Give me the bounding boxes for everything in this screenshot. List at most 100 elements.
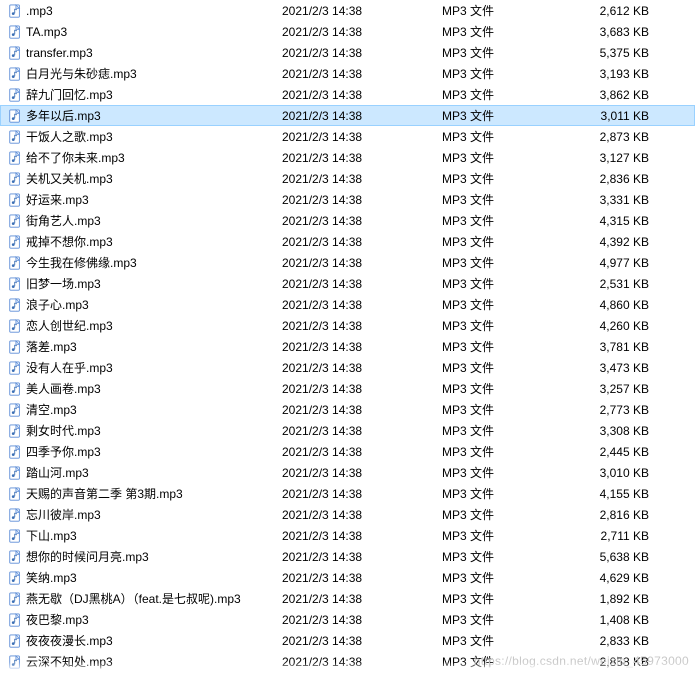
mp3-file-icon <box>6 319 24 333</box>
file-type: MP3 文件 <box>442 191 567 208</box>
mp3-file-icon <box>6 193 24 207</box>
file-row[interactable]: 美人画卷.mp32021/2/3 14:38MP3 文件3,257 KB <box>0 378 695 399</box>
file-date: 2021/2/3 14:38 <box>282 46 442 60</box>
file-row[interactable]: 给不了你未来.mp32021/2/3 14:38MP3 文件3,127 KB <box>0 147 695 168</box>
file-list[interactable]: .mp32021/2/3 14:38MP3 文件2,612 KBTA.mp320… <box>0 0 695 672</box>
file-row[interactable]: .mp32021/2/3 14:38MP3 文件2,612 KB <box>0 0 695 21</box>
file-row[interactable]: 街角艺人.mp32021/2/3 14:38MP3 文件4,315 KB <box>0 210 695 231</box>
file-row[interactable]: 浪子心.mp32021/2/3 14:38MP3 文件4,860 KB <box>0 294 695 315</box>
file-row[interactable]: 忘川彼岸.mp32021/2/3 14:38MP3 文件2,816 KB <box>0 504 695 525</box>
file-row[interactable]: 白月光与朱砂痣.mp32021/2/3 14:38MP3 文件3,193 KB <box>0 63 695 84</box>
file-row[interactable]: 关机又关机.mp32021/2/3 14:38MP3 文件2,836 KB <box>0 168 695 189</box>
mp3-file-icon <box>6 67 24 81</box>
file-type: MP3 文件 <box>442 527 567 544</box>
file-row[interactable]: 踏山河.mp32021/2/3 14:38MP3 文件3,010 KB <box>0 462 695 483</box>
file-size: 2,531 KB <box>567 277 657 291</box>
file-name: 踏山河.mp3 <box>24 464 282 481</box>
file-type: MP3 文件 <box>442 254 567 271</box>
file-date: 2021/2/3 14:38 <box>282 298 442 312</box>
file-size: 3,257 KB <box>567 382 657 396</box>
file-row[interactable]: 夜夜夜漫长.mp32021/2/3 14:38MP3 文件2,833 KB <box>0 630 695 651</box>
mp3-file-icon <box>6 214 24 228</box>
file-name: 恋人创世纪.mp3 <box>24 317 282 334</box>
file-row[interactable]: 戒掉不想你.mp32021/2/3 14:38MP3 文件4,392 KB <box>0 231 695 252</box>
file-row[interactable]: 下山.mp32021/2/3 14:38MP3 文件2,711 KB <box>0 525 695 546</box>
file-type: MP3 文件 <box>442 422 567 439</box>
file-date: 2021/2/3 14:38 <box>282 361 442 375</box>
file-row[interactable]: 落差.mp32021/2/3 14:38MP3 文件3,781 KB <box>0 336 695 357</box>
file-name: 戒掉不想你.mp3 <box>24 233 282 250</box>
file-type: MP3 文件 <box>442 632 567 649</box>
mp3-file-icon <box>6 235 24 249</box>
file-name: 好运来.mp3 <box>24 191 282 208</box>
file-date: 2021/2/3 14:38 <box>282 529 442 543</box>
file-date: 2021/2/3 14:38 <box>282 466 442 480</box>
file-date: 2021/2/3 14:38 <box>282 235 442 249</box>
file-name: 笑纳.mp3 <box>24 569 282 586</box>
mp3-file-icon <box>6 256 24 270</box>
file-size: 3,127 KB <box>567 151 657 165</box>
file-row[interactable]: 天赐的声音第二季 第3期.mp32021/2/3 14:38MP3 文件4,15… <box>0 483 695 504</box>
file-row[interactable]: TA.mp32021/2/3 14:38MP3 文件3,683 KB <box>0 21 695 42</box>
file-row[interactable]: 没有人在乎.mp32021/2/3 14:38MP3 文件3,473 KB <box>0 357 695 378</box>
file-type: MP3 文件 <box>442 23 567 40</box>
mp3-file-icon <box>6 109 24 123</box>
file-date: 2021/2/3 14:38 <box>282 508 442 522</box>
file-size: 3,010 KB <box>567 466 657 480</box>
file-type: MP3 文件 <box>442 548 567 565</box>
file-row[interactable]: 今生我在修佛缘.mp32021/2/3 14:38MP3 文件4,977 KB <box>0 252 695 273</box>
file-row[interactable]: 笑纳.mp32021/2/3 14:38MP3 文件4,629 KB <box>0 567 695 588</box>
file-name: 白月光与朱砂痣.mp3 <box>24 65 282 82</box>
file-name: 辞九门回忆.mp3 <box>24 86 282 103</box>
file-type: MP3 文件 <box>442 359 567 376</box>
file-date: 2021/2/3 14:38 <box>282 571 442 585</box>
file-name: 多年以后.mp3 <box>24 107 282 124</box>
file-type: MP3 文件 <box>442 443 567 460</box>
file-size: 2,711 KB <box>567 529 657 543</box>
bottom-fade <box>0 662 695 672</box>
file-row[interactable]: 辞九门回忆.mp32021/2/3 14:38MP3 文件3,862 KB <box>0 84 695 105</box>
file-name: 旧梦一场.mp3 <box>24 275 282 292</box>
file-date: 2021/2/3 14:38 <box>282 634 442 648</box>
file-type: MP3 文件 <box>442 149 567 166</box>
file-row[interactable]: 干饭人之歌.mp32021/2/3 14:38MP3 文件2,873 KB <box>0 126 695 147</box>
file-size: 3,193 KB <box>567 67 657 81</box>
file-row[interactable]: 多年以后.mp32021/2/3 14:38MP3 文件3,011 KB <box>0 105 695 126</box>
file-date: 2021/2/3 14:38 <box>282 487 442 501</box>
file-type: MP3 文件 <box>442 506 567 523</box>
file-row[interactable]: 旧梦一场.mp32021/2/3 14:38MP3 文件2,531 KB <box>0 273 695 294</box>
file-row[interactable]: 四季予你.mp32021/2/3 14:38MP3 文件2,445 KB <box>0 441 695 462</box>
file-name: 下山.mp3 <box>24 527 282 544</box>
file-size: 4,260 KB <box>567 319 657 333</box>
file-name: 落差.mp3 <box>24 338 282 355</box>
file-row[interactable]: 夜巴黎.mp32021/2/3 14:38MP3 文件1,408 KB <box>0 609 695 630</box>
file-type: MP3 文件 <box>442 338 567 355</box>
file-size: 4,977 KB <box>567 256 657 270</box>
mp3-file-icon <box>6 466 24 480</box>
file-date: 2021/2/3 14:38 <box>282 403 442 417</box>
file-name: 给不了你未来.mp3 <box>24 149 282 166</box>
file-size: 3,683 KB <box>567 25 657 39</box>
file-row[interactable]: 恋人创世纪.mp32021/2/3 14:38MP3 文件4,260 KB <box>0 315 695 336</box>
file-type: MP3 文件 <box>442 380 567 397</box>
file-date: 2021/2/3 14:38 <box>282 67 442 81</box>
mp3-file-icon <box>6 25 24 39</box>
file-type: MP3 文件 <box>442 86 567 103</box>
mp3-file-icon <box>6 88 24 102</box>
file-type: MP3 文件 <box>442 233 567 250</box>
file-row[interactable]: 好运来.mp32021/2/3 14:38MP3 文件3,331 KB <box>0 189 695 210</box>
file-name: 剩女时代.mp3 <box>24 422 282 439</box>
file-name: 没有人在乎.mp3 <box>24 359 282 376</box>
file-size: 4,155 KB <box>567 487 657 501</box>
file-row[interactable]: 想你的时候问月亮.mp32021/2/3 14:38MP3 文件5,638 KB <box>0 546 695 567</box>
file-name: 关机又关机.mp3 <box>24 170 282 187</box>
file-row[interactable]: 燕无歇（DJ黑桃A）（feat.是七叔呢).mp32021/2/3 14:38M… <box>0 588 695 609</box>
file-row[interactable]: transfer.mp32021/2/3 14:38MP3 文件5,375 KB <box>0 42 695 63</box>
file-row[interactable]: 剩女时代.mp32021/2/3 14:38MP3 文件3,308 KB <box>0 420 695 441</box>
file-type: MP3 文件 <box>442 569 567 586</box>
file-row[interactable]: 清空.mp32021/2/3 14:38MP3 文件2,773 KB <box>0 399 695 420</box>
file-size: 2,773 KB <box>567 403 657 417</box>
mp3-file-icon <box>6 4 24 18</box>
mp3-file-icon <box>6 592 24 606</box>
file-type: MP3 文件 <box>442 317 567 334</box>
